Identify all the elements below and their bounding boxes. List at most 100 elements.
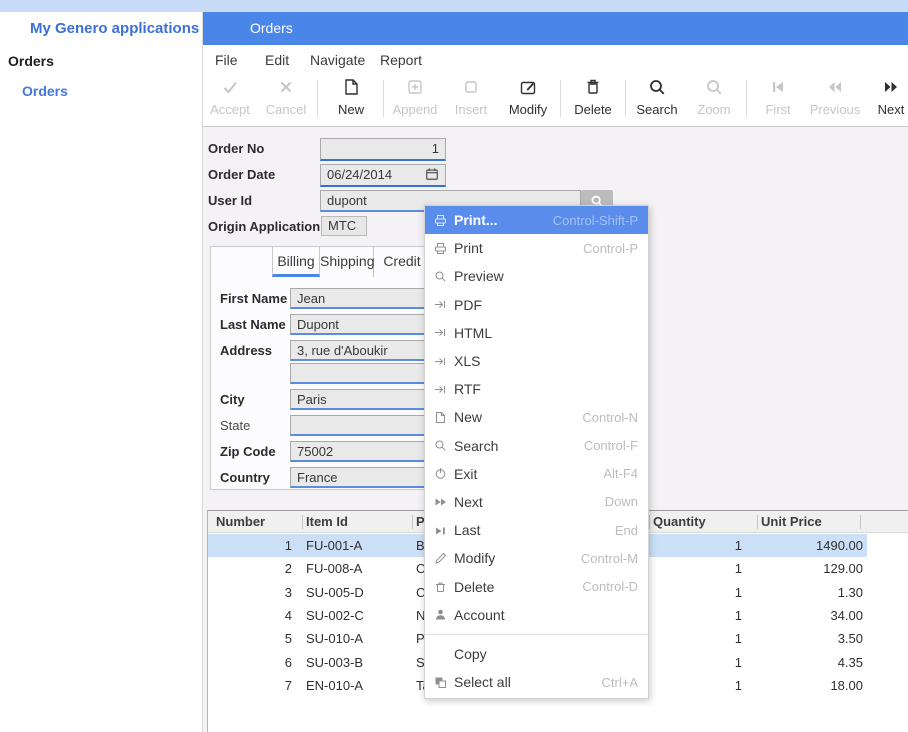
plus-square-icon [406,83,424,100]
square-icon [462,83,480,100]
context-menu-item-print[interactable]: Print Control-P [425,234,648,262]
order-no-label: Order No [208,141,264,156]
trash-icon [434,580,447,593]
context-menu-item-modify[interactable]: Modify Control-M [425,544,648,572]
user-id-label: User Id [208,193,252,208]
sidebar-header: My Genero applications [30,20,199,37]
export-icon [434,298,447,311]
calendar-icon[interactable] [425,167,439,181]
column-header-quantity[interactable]: Quantity [653,514,706,529]
toolbar-append-button: Append [386,78,444,117]
context-menu-item-xls[interactable]: XLS [425,347,648,375]
column-separator [302,515,303,529]
select-all-icon [434,676,447,689]
context-menu-item-delete[interactable]: Delete Control-D [425,572,648,600]
sidebar-item-orders[interactable]: Orders [22,83,68,99]
context-menu-item-copy[interactable]: Copy [425,640,648,668]
sidebar-group-orders: Orders [8,53,54,69]
column-header-unit-price[interactable]: Unit Price [761,514,822,529]
context-menu-item-account[interactable]: Account [425,601,648,629]
toolbar-separator [746,80,747,117]
double-left-icon [826,83,844,100]
first-name-label: First Name [220,291,287,306]
export-icon [434,355,447,368]
toolbar-separator [383,80,384,117]
context-menu-item-preview[interactable]: Preview [425,262,648,290]
context-menu-item-html[interactable]: HTML [425,319,648,347]
window-tab-orders[interactable]: Orders [250,20,293,36]
toolbar-separator [560,80,561,117]
column-separator [757,515,758,529]
toolbar-cancel-button: Cancel [257,78,315,117]
check-icon [221,83,239,100]
magnifier-icon [705,83,723,100]
blank-icon [434,647,447,660]
magnifier-icon [434,270,447,283]
toolbar-delete-button[interactable]: Delete [564,78,622,117]
skip-last-icon [434,524,447,537]
top-strip [0,0,908,12]
skip-first-icon [769,83,787,100]
new-document-icon [434,411,447,424]
sidebar: My Genero applications Orders Orders [0,12,203,732]
toolbar-first-button: First [749,78,807,117]
export-icon [434,326,447,339]
magnifier-icon [648,83,666,100]
toolbar-previous-button: Previous [806,78,864,117]
toolbar-insert-button: Insert [442,78,500,117]
application-window: My Genero applications Orders Orders Ord… [0,0,908,732]
context-menu-item-rtf[interactable]: RTF [425,375,648,403]
column-separator [412,515,413,529]
pencil-square-icon [519,83,537,100]
toolbar-separator [625,80,626,117]
country-label: Country [220,470,270,485]
order-no-field[interactable]: 1 [320,138,446,161]
context-menu-item-print-dialog[interactable]: Print... Control-Shift-P [425,206,648,234]
toolbar-search-button[interactable]: Search [628,78,686,117]
new-document-icon [342,83,360,100]
person-icon [434,608,447,621]
power-icon [434,467,447,480]
context-menu-item-next[interactable]: Next Down [425,488,648,516]
toolbar-modify-button[interactable]: Modify [499,78,557,117]
context-menu-item-search[interactable]: Search Control-F [425,432,648,460]
export-icon [434,383,447,396]
origin-application-label: Origin Application [208,219,320,234]
window-tabbar: Orders [203,12,908,45]
column-separator [649,515,650,529]
toolbar-separator [317,80,318,117]
toolbar-next-button[interactable]: Next [862,78,908,117]
pencil-icon [434,552,447,565]
tab-credit[interactable]: Credit [374,247,431,277]
double-right-icon [882,83,900,100]
context-menu-item-last[interactable]: Last End [425,516,648,544]
context-menu-item-exit[interactable]: Exit Alt-F4 [425,460,648,488]
address-label: Address [220,343,272,358]
context-menu: Print... Control-Shift-P Print Control-P… [424,205,649,699]
menu-file[interactable]: File [215,52,238,68]
printer-icon [434,214,447,227]
state-label: State [220,418,250,433]
origin-application-field: MTC [321,216,367,236]
magnifier-icon [434,439,447,452]
context-menu-item-new[interactable]: New Control-N [425,403,648,431]
menu-report[interactable]: Report [380,52,422,68]
toolbar-accept-button: Accept [201,78,259,117]
cross-icon [277,83,295,100]
trash-icon [584,83,602,100]
menu-navigate[interactable]: Navigate [310,52,365,68]
order-date-label: Order Date [208,167,275,182]
tab-shipping[interactable]: Shipping [320,247,374,277]
toolbar-zoom-button: Zoom [685,78,743,117]
context-menu-item-select-all[interactable]: Select all Ctrl+A [425,668,648,696]
menubar: File Edit Navigate Report [203,45,908,73]
column-header-number[interactable]: Number [216,514,265,529]
column-header-item-id[interactable]: Item Id [306,514,348,529]
last-name-label: Last Name [220,317,286,332]
tab-billing[interactable]: Billing [272,247,320,277]
menu-edit[interactable]: Edit [265,52,289,68]
column-separator [860,515,861,529]
context-menu-separator [425,634,648,635]
toolbar-new-button[interactable]: New [322,78,380,117]
context-menu-item-pdf[interactable]: PDF [425,291,648,319]
